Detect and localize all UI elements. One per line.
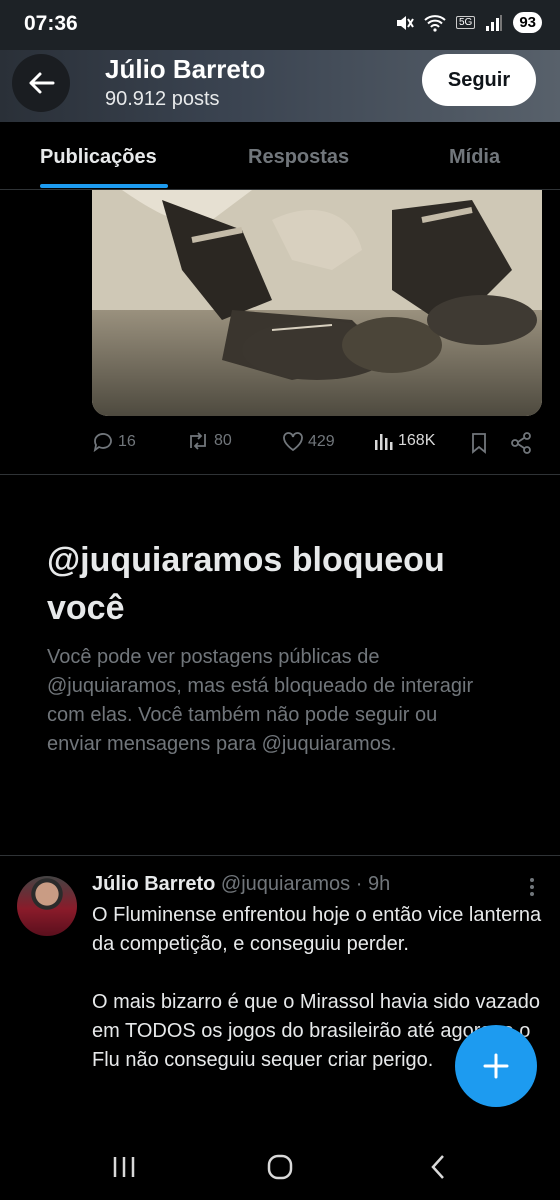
- post-image[interactable]: [92, 190, 542, 416]
- share-icon: [511, 432, 531, 454]
- like-button[interactable]: 429: [282, 432, 335, 452]
- like-count: 429: [308, 433, 335, 450]
- nav-back-button[interactable]: [418, 1152, 458, 1182]
- avatar[interactable]: [17, 876, 77, 936]
- tab-replies[interactable]: Respostas: [248, 146, 349, 169]
- heart-icon: [283, 432, 303, 452]
- bookmark-button[interactable]: [470, 432, 488, 454]
- network-badge: 5G: [455, 16, 476, 29]
- status-icons: 5G 93: [394, 12, 542, 33]
- repost-button[interactable]: 80: [186, 432, 232, 450]
- reply-icon: [93, 433, 112, 452]
- views-icon: [375, 434, 393, 450]
- bookmark-icon: [472, 433, 486, 454]
- plus-icon: [483, 1053, 509, 1079]
- divider: [0, 855, 560, 856]
- reply-count: 16: [118, 433, 136, 450]
- tweet-header: Júlio Barreto @juquiaramos · 9h: [92, 873, 390, 896]
- repost-icon: [190, 432, 206, 450]
- system-nav-bar: [0, 1132, 560, 1200]
- follow-button[interactable]: Seguir: [422, 54, 536, 106]
- post-count: 90.912 posts: [105, 88, 220, 110]
- post-action-bar: 16 80 429 168K: [0, 426, 560, 462]
- compose-button[interactable]: [455, 1025, 537, 1107]
- more-vertical-icon: [530, 878, 534, 896]
- back-button[interactable]: [12, 54, 70, 112]
- profile-tabs: Publicações Respostas Mídia: [0, 122, 560, 190]
- recent-apps-button[interactable]: [104, 1152, 144, 1182]
- status-time: 07:36: [24, 12, 78, 35]
- profile-name: Júlio Barreto: [105, 54, 266, 84]
- tweet-author-handle[interactable]: @juquiaramos: [221, 873, 350, 895]
- home-button[interactable]: [260, 1152, 300, 1182]
- arrow-left-icon: [29, 72, 55, 94]
- divider: [0, 474, 560, 475]
- mute-icon: [396, 15, 414, 30]
- active-tab-indicator: [40, 184, 168, 188]
- signal-icon: [486, 14, 503, 31]
- wifi-icon: [424, 14, 446, 32]
- more-options-button[interactable]: [522, 876, 542, 898]
- views-button[interactable]: 168K: [374, 432, 435, 450]
- blocked-title: @juquiaramos bloqueou você: [47, 541, 445, 627]
- reply-button[interactable]: 16: [92, 432, 136, 452]
- share-button[interactable]: [510, 432, 532, 454]
- tweet-author-name[interactable]: Júlio Barreto: [92, 873, 215, 895]
- home-icon: [267, 1154, 293, 1180]
- status-bar: 07:36 5G 93: [0, 0, 560, 50]
- view-count: 168K: [398, 432, 436, 449]
- vintage-football-photo: [92, 190, 542, 416]
- blocked-description: Você pode ver postagens públicas de @juq…: [47, 646, 474, 755]
- chevron-left-icon: [431, 1155, 444, 1179]
- profile-header: Júlio Barreto 90.912 posts Seguir: [0, 50, 560, 122]
- battery-level: 93: [513, 12, 542, 33]
- tab-media[interactable]: Mídia: [449, 146, 500, 169]
- repost-count: 80: [214, 432, 232, 449]
- tab-posts[interactable]: Publicações: [40, 146, 157, 169]
- tweet-time: · 9h: [355, 873, 391, 895]
- recent-apps-icon: [113, 1157, 135, 1177]
